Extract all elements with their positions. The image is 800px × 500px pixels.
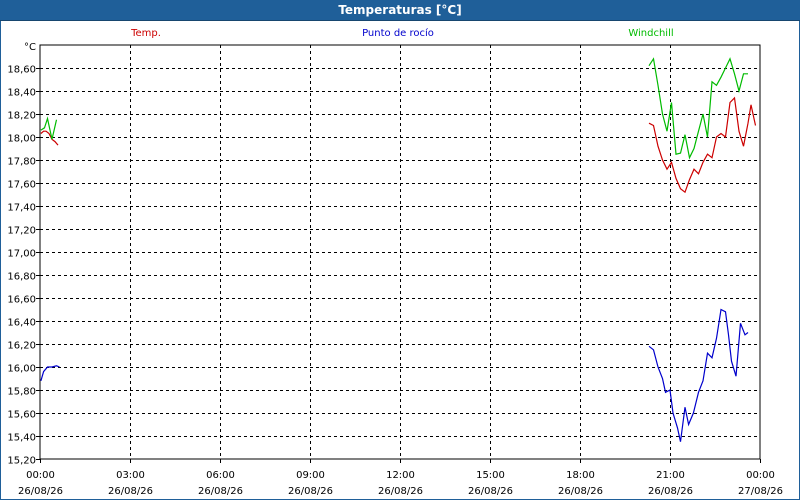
x-tick-time-label: 03:00 xyxy=(116,470,145,481)
y-tick-label: 18,00 xyxy=(7,134,36,145)
y-tick-label: 18,20 xyxy=(7,111,36,122)
y-tick-label: 17,20 xyxy=(7,226,36,237)
x-tick-date-label: 26/08/26 xyxy=(378,486,423,497)
x-tick-date-label: 26/08/26 xyxy=(648,486,693,497)
x-tick-time-label: 12:00 xyxy=(386,470,415,481)
y-axis-unit-label: °C xyxy=(24,42,36,53)
legend: Temp. Punto de rocío Windchill xyxy=(130,27,674,39)
y-tick-label: 16,20 xyxy=(7,341,36,352)
x-tick-date-label: 26/08/26 xyxy=(198,486,243,497)
x-tick-date-label: 26/08/26 xyxy=(558,486,603,497)
y-tick-label: 15,40 xyxy=(7,433,36,444)
x-tick-time-label: 09:00 xyxy=(296,470,325,481)
x-tick-time-label: 00:00 xyxy=(26,470,55,481)
y-tick-label: 16,40 xyxy=(7,318,36,329)
x-tick-date-label: 27/08/26 xyxy=(738,486,783,497)
y-tick-label: 17,60 xyxy=(7,180,36,191)
legend-temp: Temp. xyxy=(130,28,161,39)
x-tick-time-label: 21:00 xyxy=(656,470,685,481)
temperature-chart: 15,20 15,40 15,60 15,80 16,00 16,20 16,40 16,60… xyxy=(7,27,783,497)
x-tick-date-label: 26/08/26 xyxy=(18,486,63,497)
y-tick-label: 18,60 xyxy=(7,65,36,76)
x-tick-date-label: 26/08/26 xyxy=(288,486,333,497)
y-tick-label: 16,00 xyxy=(7,364,36,375)
y-tick-label: 16,80 xyxy=(7,272,36,283)
x-tick-time-label: 06:00 xyxy=(206,470,235,481)
y-tick-label: 17,80 xyxy=(7,157,36,168)
x-axis-ticks: 00:00 26/08/26 03:00 26/08/26 06:00 26/08/26 0… xyxy=(18,459,783,497)
x-tick-time-label: 00:00 xyxy=(746,470,775,481)
x-tick-date-label: 26/08/26 xyxy=(468,486,513,497)
legend-punto-de-rocio: Punto de rocío xyxy=(362,27,434,39)
y-tick-label: 16,60 xyxy=(7,295,36,306)
y-tick-label: 15,60 xyxy=(7,410,36,421)
legend-windchill: Windchill xyxy=(628,28,673,39)
y-axis-ticks: 15,20 15,40 15,60 15,80 16,00 16,20 16,40 16,60… xyxy=(7,65,40,467)
x-tick-date-label: 26/08/26 xyxy=(108,486,153,497)
y-tick-label: 18,40 xyxy=(7,88,36,99)
y-tick-label: 15,80 xyxy=(7,387,36,398)
y-tick-label: 17,40 xyxy=(7,203,36,214)
x-tick-time-label: 18:00 xyxy=(566,470,595,481)
y-tick-label: 17,00 xyxy=(7,249,36,260)
y-tick-label: 15,20 xyxy=(7,456,36,467)
x-tick-time-label: 15:00 xyxy=(476,470,505,481)
